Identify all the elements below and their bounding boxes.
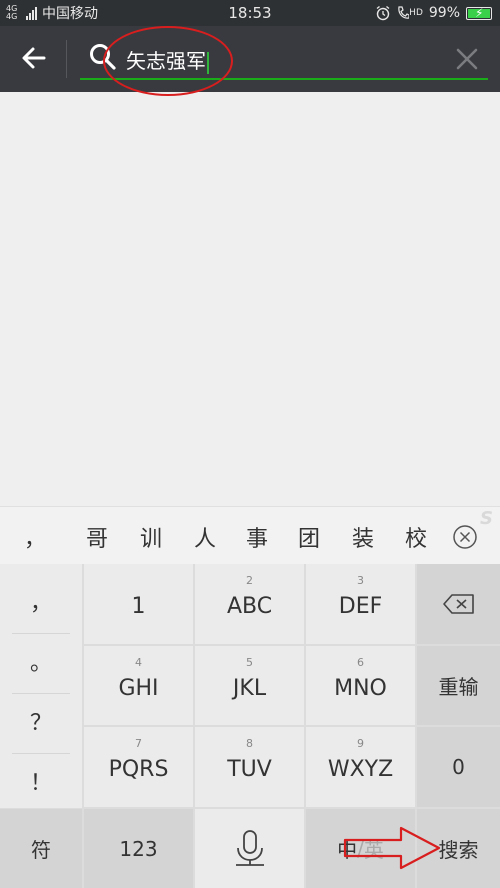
symbols-key[interactable]: 符 <box>0 809 82 888</box>
key-ghi[interactable]: 4 GHI <box>84 646 193 725</box>
search-query-text: 矢志强军 <box>126 49 206 73</box>
lang-en-label: 英 <box>363 838 384 862</box>
key-label: TUV <box>227 757 272 782</box>
key-number: 3 <box>357 574 364 587</box>
reenter-key[interactable]: 重输 <box>417 646 500 725</box>
candidate-item[interactable]: ， <box>24 521 46 553</box>
key-number: 2 <box>246 574 253 587</box>
battery-percent: 99% <box>428 5 460 21</box>
voice-input-key[interactable] <box>195 809 304 888</box>
alarm-icon <box>376 5 390 21</box>
key-number: 5 <box>246 656 253 669</box>
watermark-logo: S <box>480 508 493 529</box>
status-right: HD 99% ⚡ <box>375 4 492 22</box>
close-candidates-icon[interactable] <box>452 524 478 550</box>
back-arrow-icon[interactable] <box>18 42 50 74</box>
language-switch-key[interactable]: 中 / 英 <box>306 809 415 888</box>
key-abc[interactable]: 2 ABC <box>195 564 304 644</box>
key-mno[interactable]: 6 MNO <box>306 646 415 725</box>
key-pqrs[interactable]: 7 PQRS <box>84 727 193 807</box>
key-0[interactable]: 0 <box>417 727 500 807</box>
punctuation-column[interactable]: ， 。 ？ ！ <box>0 564 82 808</box>
candidate-item[interactable]: 训 <box>140 521 162 553</box>
clear-search-icon[interactable] <box>454 46 480 72</box>
punctuation-key[interactable]: ， <box>12 574 70 634</box>
numbers-label: 123 <box>119 836 158 861</box>
key-label: 0 <box>452 755 465 779</box>
search-underline <box>80 78 488 80</box>
key-def[interactable]: 3 DEF <box>306 564 415 644</box>
key-label: ABC <box>226 594 273 619</box>
key-label: PQRS <box>108 757 169 782</box>
key-label: GHI <box>118 676 159 701</box>
charging-bolt-icon: ⚡ <box>475 5 484 20</box>
key-label: DEF <box>338 594 383 619</box>
key-number: 7 <box>135 737 142 750</box>
punctuation-key[interactable]: ？ <box>12 694 70 754</box>
battery-charging-icon: ⚡ <box>466 5 492 20</box>
key-label: 1 <box>131 594 146 619</box>
candidate-item[interactable]: 人 <box>194 521 216 553</box>
lang-separator: / <box>357 836 364 861</box>
search-key[interactable]: 搜索 <box>417 809 500 888</box>
key-number: 6 <box>357 656 364 669</box>
backspace-icon <box>442 594 474 614</box>
candidate-item[interactable]: 校 <box>405 521 427 553</box>
header-divider <box>66 40 67 78</box>
candidate-item[interactable]: 装 <box>352 521 374 553</box>
lang-cn-label: 中 <box>337 838 358 862</box>
punctuation-key[interactable]: ！ <box>12 754 70 814</box>
phone-icon <box>398 6 410 19</box>
key-number: 8 <box>246 737 253 750</box>
search-key-label: 搜索 <box>438 838 479 862</box>
candidate-item[interactable]: 事 <box>246 521 268 553</box>
search-icon <box>90 44 116 70</box>
symbols-label: 符 <box>31 838 51 862</box>
key-wxyz[interactable]: 9 WXYZ <box>306 727 415 807</box>
key-number: 4 <box>135 656 142 669</box>
hd-label: HD <box>409 8 423 18</box>
microphone-icon <box>235 829 264 866</box>
hd-call-icon: HD <box>397 6 423 20</box>
status-bar: 4G 4G 中国移动 18:53 HD 99% ⚡ <box>0 0 500 26</box>
key-label: MNO <box>334 676 387 701</box>
search-box[interactable]: 矢志强军 <box>80 38 488 80</box>
key-label: WXYZ <box>327 757 394 782</box>
numbers-key[interactable]: 123 <box>84 809 193 888</box>
search-input[interactable]: 矢志强军 <box>126 45 426 74</box>
key-label: JKL <box>232 676 267 701</box>
search-header: 矢志强军 <box>0 26 500 92</box>
t9-keyboard: ， 。 ？ ！ 1 2 ABC 3 DEF 4 GHI 5 JKL 6 MNO … <box>0 564 500 888</box>
text-cursor <box>207 51 209 74</box>
key-1[interactable]: 1 <box>84 564 193 644</box>
backspace-key[interactable] <box>417 564 500 644</box>
key-jkl[interactable]: 5 JKL <box>195 646 304 725</box>
key-number: 9 <box>357 737 364 750</box>
key-tuv[interactable]: 8 TUV <box>195 727 304 807</box>
reenter-label: 重输 <box>438 675 479 699</box>
candidate-item[interactable]: 哥 <box>86 521 108 553</box>
punctuation-key[interactable]: 。 <box>12 634 70 694</box>
candidate-bar: ， 哥 训 人 事 团 装 校 <box>0 506 500 564</box>
candidate-item[interactable]: 团 <box>298 521 320 553</box>
